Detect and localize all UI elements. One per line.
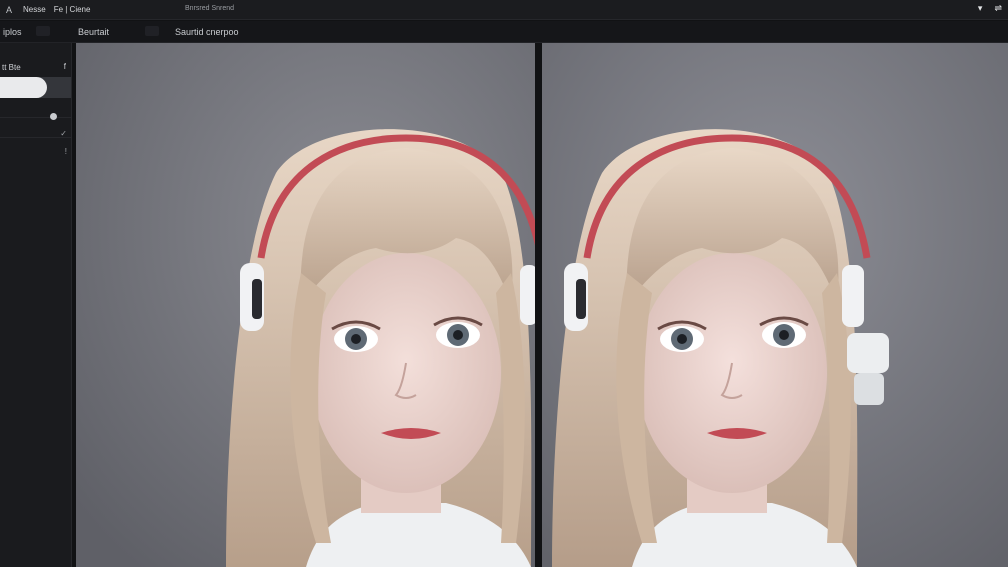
sidebar-label: tt Bte bbox=[2, 63, 21, 72]
sidebar-slider[interactable] bbox=[0, 77, 71, 98]
alert-icon[interactable]: ! bbox=[65, 147, 67, 156]
portrait-left bbox=[76, 43, 535, 567]
portrait-right bbox=[542, 43, 1008, 567]
menu-bar: A Nesse Fe | Ciene Bnrsred Snrend ▾ ⇌ bbox=[0, 0, 1008, 20]
menu-item-2[interactable]: Fe | Ciene bbox=[54, 5, 91, 14]
viewport-divider[interactable] bbox=[535, 43, 542, 567]
window-title: Bnrsred Snrend bbox=[185, 5, 235, 12]
wifi-icon[interactable]: ▾ bbox=[978, 3, 983, 14]
viewport-right[interactable] bbox=[542, 43, 1008, 567]
sidebar: tt Bte f ✓ ! bbox=[0, 43, 72, 567]
sidebar-row-1[interactable] bbox=[0, 99, 71, 118]
toolbar-item-iplos[interactable]: iplos bbox=[3, 27, 22, 37]
menubar-right-icons: ▾ ⇌ bbox=[978, 3, 1002, 14]
toolbar-toggle-1[interactable] bbox=[36, 26, 50, 36]
share-icon[interactable]: ⇌ bbox=[994, 3, 1002, 14]
slider-fill bbox=[0, 77, 47, 98]
sidebar-f-icon[interactable]: f bbox=[64, 62, 66, 71]
menu-item-1[interactable]: Nesse bbox=[23, 5, 46, 14]
toolbar: iplos Beurtait Saurtid cnerpoo bbox=[0, 21, 1008, 43]
viewport-left[interactable] bbox=[76, 43, 535, 567]
toolbar-toggle-2[interactable] bbox=[145, 26, 159, 36]
toolbar-item-beurtait[interactable]: Beurtait bbox=[78, 27, 109, 37]
check-icon[interactable]: ✓ bbox=[60, 129, 67, 138]
toolbar-item-saurtid[interactable]: Saurtid cnerpoo bbox=[175, 27, 239, 37]
app-icon[interactable]: A bbox=[3, 5, 15, 15]
